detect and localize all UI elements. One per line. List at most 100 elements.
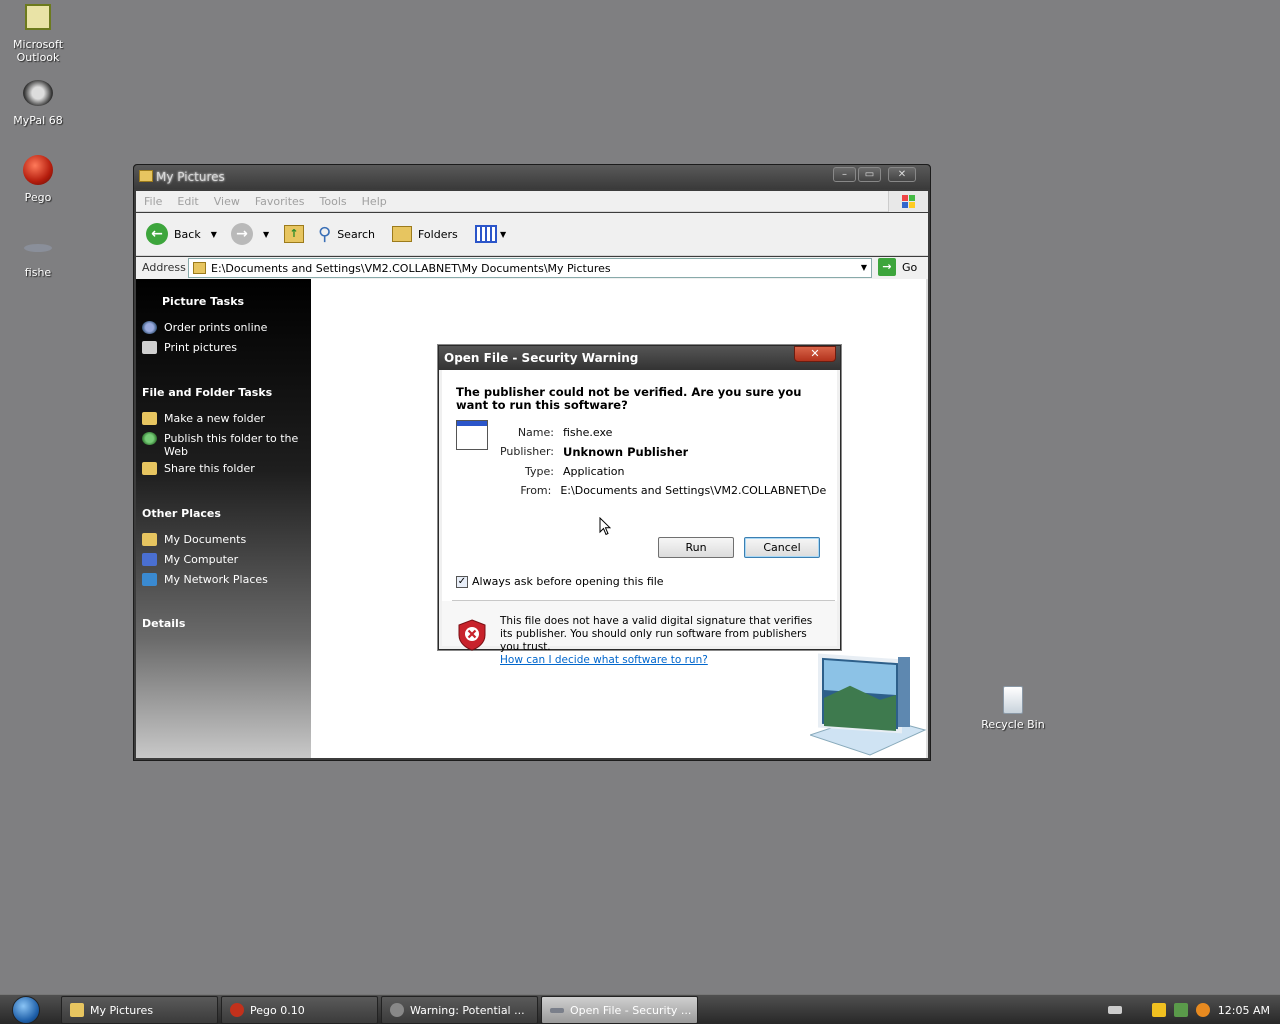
place-my-documents[interactable]: My Documents (142, 533, 307, 546)
menu-bar: File Edit View Favorites Tools Help (136, 191, 928, 212)
up-folder-icon: ↑ (284, 225, 304, 243)
help-link[interactable]: How can I decide what software to run? (500, 654, 820, 667)
place-label: My Network Places (164, 573, 268, 586)
other-places-heading[interactable]: Other Places (142, 507, 221, 520)
task-order-prints[interactable]: Order prints online (142, 321, 307, 334)
folders-button[interactable]: Folders (392, 221, 458, 247)
task-new-folder[interactable]: Make a new folder (142, 412, 307, 425)
windows-logo-icon (888, 191, 928, 212)
address-field[interactable]: E:\Documents and Settings\VM2.COLLABNET\… (188, 258, 872, 278)
folder-icon (70, 1003, 84, 1017)
views-button[interactable]: ▼ (475, 221, 506, 247)
menu-edit[interactable]: Edit (169, 191, 205, 208)
application-icon (456, 420, 488, 450)
maximize-button[interactable]: ▭ (858, 167, 881, 182)
start-orb-icon (12, 996, 40, 1024)
search-icon[interactable] (1195, 1003, 1210, 1017)
new-folder-icon (142, 412, 157, 425)
dialog-question: The publisher could not be verified. Are… (456, 385, 802, 412)
desktop-icon-fishe[interactable]: fishe (0, 238, 76, 279)
place-my-computer[interactable]: My Computer (142, 553, 307, 566)
search-label: Search (337, 227, 375, 241)
task-share-folder[interactable]: Share this folder (142, 462, 307, 475)
task-publish-web[interactable]: Publish this folder to the Web (142, 432, 307, 458)
mypal-icon (23, 80, 53, 106)
shield-warning-icon (458, 619, 486, 651)
menu-help[interactable]: Help (354, 191, 394, 208)
menu-favorites[interactable]: Favorites (247, 191, 312, 208)
go-button[interactable]: → Go (878, 258, 917, 276)
menu-tools[interactable]: Tools (312, 191, 354, 208)
task-pego[interactable]: Pego 0.10 (221, 996, 378, 1024)
back-label: Back (174, 227, 201, 241)
network-icon (142, 573, 157, 586)
back-arrow-icon: ← (146, 223, 168, 245)
window-titlebar[interactable]: My Pictures – ▭ ✕ (134, 165, 930, 189)
toolbar: ← Back ▼ → ▼ ↑ ⚲ Search Folders ▼ (136, 213, 928, 256)
keyboard-icon[interactable] (1107, 1006, 1122, 1014)
dialog-titlebar[interactable]: Open File - Security Warning ✕ (439, 346, 840, 370)
close-button[interactable]: ✕ (888, 167, 916, 182)
desktop-icon-mypal[interactable]: MyPal 68 (0, 80, 76, 127)
minimize-button[interactable]: – (833, 167, 856, 182)
go-arrow-icon: → (878, 258, 896, 276)
desktop-icon-pego[interactable]: Pego (0, 155, 76, 204)
task-label: My Pictures (90, 1003, 154, 1017)
folders-icon (392, 226, 412, 242)
search-button[interactable]: ⚲ Search (318, 221, 375, 247)
desktop-icon-label: fishe (24, 266, 52, 279)
desktop-icon-recycle-bin[interactable]: Recycle Bin (975, 686, 1051, 731)
task-label: Print pictures (164, 341, 237, 354)
checkbox-checked-icon[interactable]: ✓ (456, 575, 468, 588)
from-value: E:\Documents and Settings\VM2.COLLABNET\… (560, 484, 826, 497)
fish-icon (550, 1007, 564, 1013)
network-icon[interactable] (1173, 1003, 1188, 1017)
share-folder-icon (142, 462, 157, 475)
type-label: Type: (525, 465, 554, 478)
menu-view[interactable]: View (206, 191, 247, 208)
mouse-cursor-icon (599, 516, 612, 539)
warning-text-block: This file does not have a valid digital … (500, 615, 820, 667)
chevron-down-icon[interactable]: ▼ (861, 263, 867, 272)
task-my-pictures[interactable]: My Pictures (61, 996, 218, 1024)
picture-tasks-heading[interactable]: Picture Tasks (162, 295, 244, 308)
up-folder-button[interactable]: ↑ (284, 221, 304, 247)
computer-icon (142, 553, 157, 566)
chevron-down-icon[interactable]: ▼ (263, 230, 269, 239)
printer-icon (142, 341, 157, 354)
security-shield-icon[interactable] (1151, 1003, 1166, 1017)
globe-icon (142, 321, 157, 334)
clock[interactable]: 12:05 AM (1218, 1004, 1270, 1017)
warning-message: This file does not have a valid digital … (500, 615, 813, 653)
forward-button[interactable]: → ▼ (231, 221, 269, 247)
always-ask-label: Always ask before opening this file (472, 575, 664, 588)
task-warning[interactable]: Warning: Potential ... (381, 996, 538, 1024)
back-button[interactable]: ← Back ▼ (146, 221, 217, 247)
start-button[interactable] (0, 995, 52, 1024)
name-label: Name: (517, 426, 554, 439)
from-label: From: (520, 484, 552, 497)
desktop-icon-outlook[interactable]: Microsoft Outlook (0, 4, 76, 64)
always-ask-checkbox[interactable]: ✓ Always ask before opening this file (456, 575, 664, 588)
name-row: Name: fishe.exe (486, 426, 826, 439)
folders-label: Folders (418, 227, 458, 241)
menu-file[interactable]: File (136, 191, 169, 208)
place-label: My Documents (164, 533, 247, 546)
search-icon: ⚲ (318, 223, 332, 245)
task-open-file[interactable]: Open File - Security ... (541, 996, 698, 1024)
security-warning-dialog: Open File - Security Warning ✕ The publi… (438, 345, 841, 666)
task-print-pictures[interactable]: Print pictures (142, 341, 307, 354)
desktop-icon-label: Recycle Bin (981, 718, 1045, 731)
place-my-network[interactable]: My Network Places (142, 573, 307, 586)
address-value: E:\Documents and Settings\VM2.COLLABNET\… (211, 262, 611, 275)
file-folder-tasks-heading[interactable]: File and Folder Tasks (142, 386, 272, 399)
details-heading[interactable]: Details (142, 617, 185, 630)
task-label: Pego 0.10 (250, 1003, 305, 1017)
run-button[interactable]: Run (658, 537, 734, 558)
views-icon (475, 225, 497, 243)
pego-icon (230, 1003, 244, 1017)
chevron-down-icon: ▼ (500, 229, 507, 239)
dialog-close-button[interactable]: ✕ (794, 346, 836, 362)
chevron-down-icon[interactable]: ▼ (211, 230, 217, 239)
cancel-button[interactable]: Cancel (744, 537, 820, 558)
